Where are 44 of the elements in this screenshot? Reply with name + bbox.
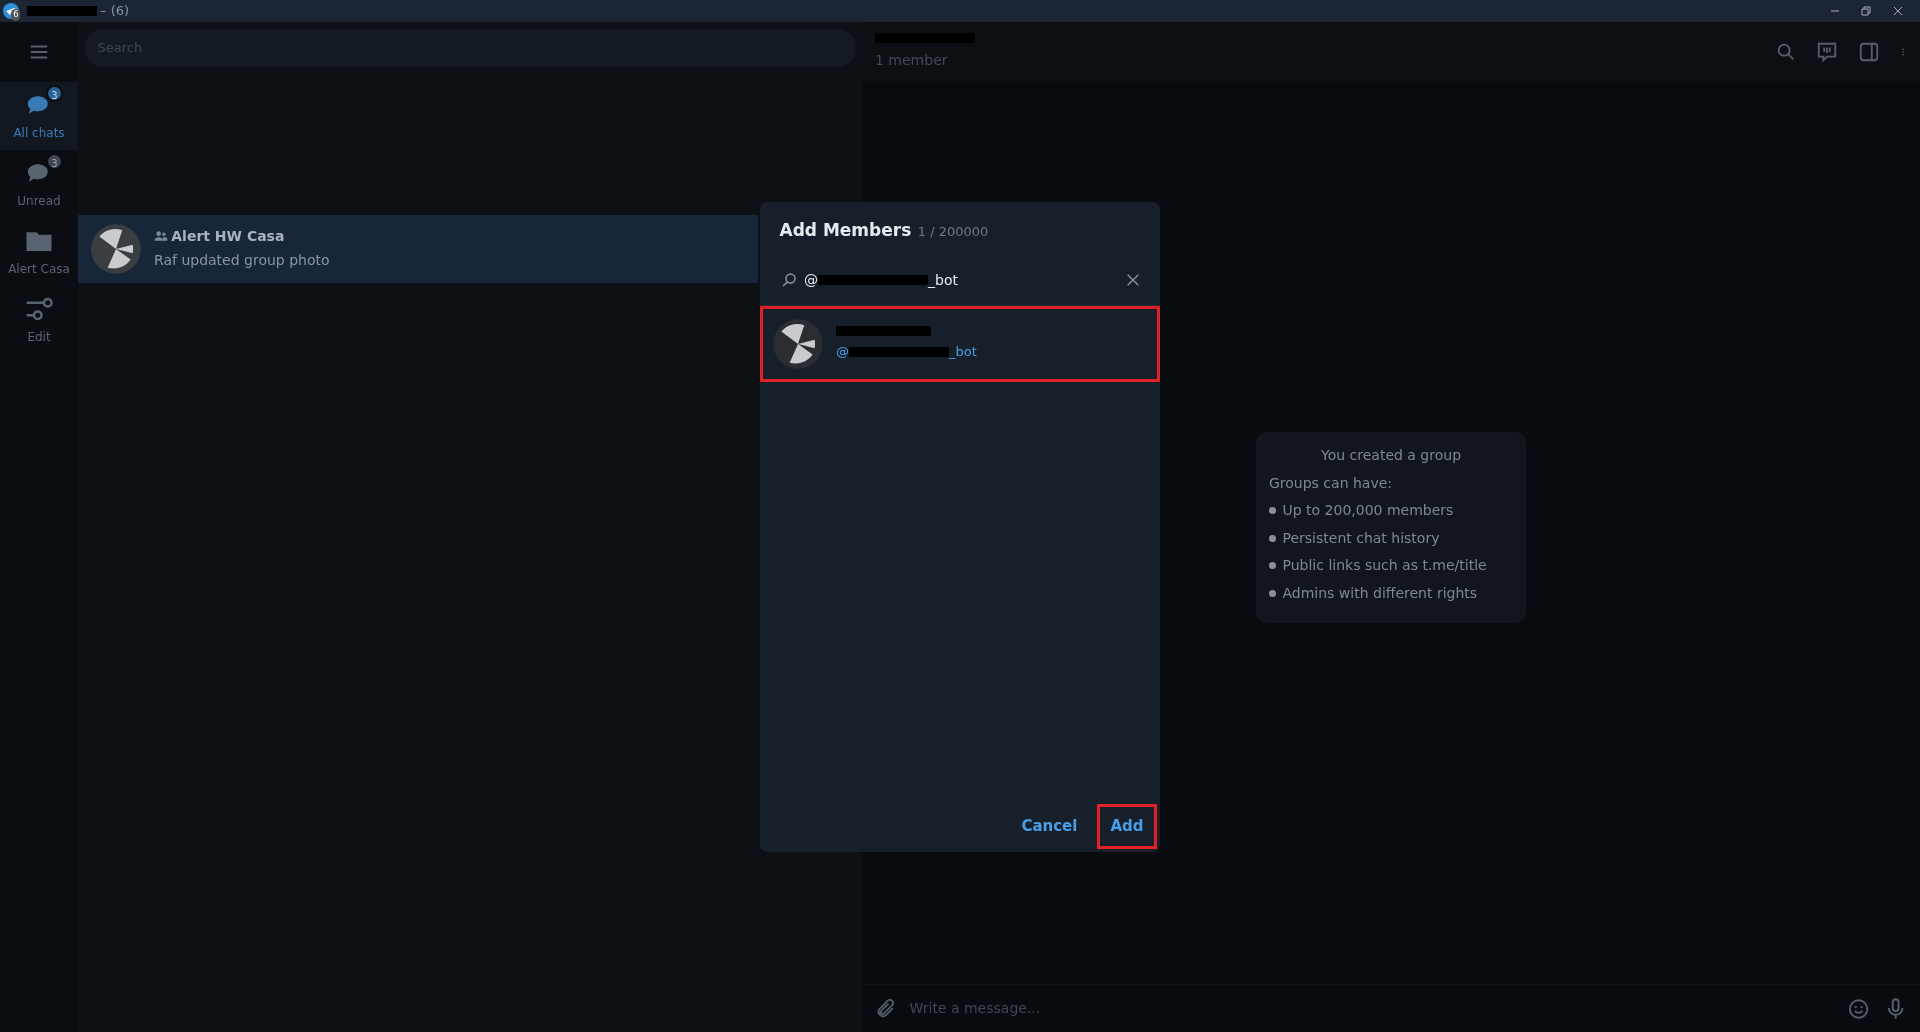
- chat-status: 1 member: [875, 50, 949, 70]
- bullet-icon: [1269, 589, 1276, 597]
- folder-tab[interactable]: 3 All chats: [0, 82, 78, 150]
- dialog-button[interactable]: Cancel: [1011, 807, 1088, 846]
- feature-text: Up to 200,000 members: [1282, 501, 1454, 520]
- username: @: [836, 343, 849, 361]
- folder-label: Alert Casa: [8, 260, 70, 278]
- chat-list-item[interactable]: Alert HW Casa Raf updated group photo: [78, 214, 758, 283]
- folder-label: Edit: [27, 328, 51, 346]
- card-subtitle: Groups can have:: [1269, 473, 1394, 493]
- query-text: _bot: [928, 270, 958, 290]
- group-avatar: [773, 318, 823, 369]
- folder-tab[interactable]: Edit: [0, 286, 78, 354]
- member-count: 1 / 200000: [917, 223, 989, 241]
- feature-text: Admins with different rights: [1282, 583, 1478, 603]
- card-title: You created a group: [1319, 446, 1463, 465]
- bullet-icon: [1269, 562, 1276, 569]
- group-avatar: [91, 223, 141, 274]
- close-icon[interactable]: [1891, 5, 1904, 17]
- restore-icon[interactable]: [1860, 5, 1873, 17]
- dialog-title: Add Members: [779, 219, 912, 242]
- feature-text: Public links such as t.me/title: [1282, 556, 1487, 575]
- folder-tab[interactable]: Alert Casa: [0, 218, 78, 286]
- folder-label: All chats: [13, 124, 65, 142]
- feature-text: Persistent chat history: [1282, 528, 1440, 548]
- contact-result-item[interactable]: @ _bot: [760, 305, 1160, 382]
- unread-badge: 3: [46, 153, 63, 171]
- chat-name: Alert HW Casa: [171, 226, 285, 246]
- window-title: – (6): [100, 2, 130, 21]
- folder-label: Unread: [17, 192, 61, 210]
- unread-badge: 3: [46, 85, 63, 103]
- dialog-button[interactable]: Add: [1100, 807, 1154, 846]
- username: _bot: [949, 343, 977, 361]
- query-text: @: [804, 270, 818, 290]
- message-field[interactable]: Write a message...: [909, 998, 1835, 1019]
- bullet-icon: [1269, 507, 1276, 514]
- bullet-icon: [1269, 534, 1276, 542]
- chat-bars-icon[interactable]: [1816, 41, 1838, 63]
- folder-tab[interactable]: 3 Unread: [0, 150, 78, 218]
- sidebar-icon[interactable]: [1857, 41, 1880, 63]
- chat-preview: Raf updated group photo: [154, 251, 330, 271]
- redacted-text: [26, 6, 97, 16]
- search-field[interactable]: @ _bot: [804, 269, 1118, 291]
- unread-count-badge: 6: [11, 9, 21, 21]
